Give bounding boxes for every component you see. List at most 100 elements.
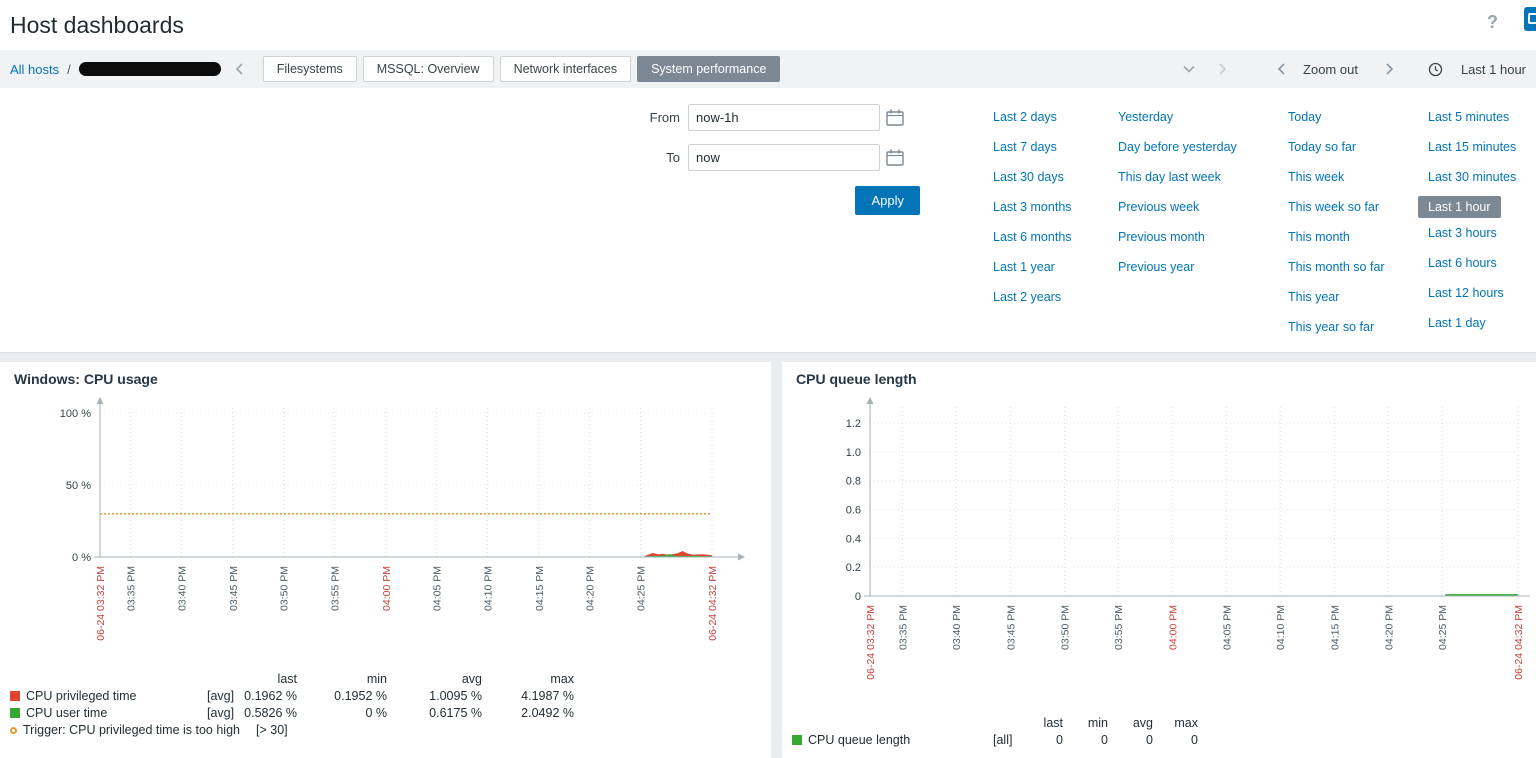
series-color-icon	[10, 708, 20, 718]
tabs-scroll-left-icon[interactable]	[229, 63, 249, 75]
quick-range-link[interactable]: Day before yesterday	[1118, 140, 1237, 158]
quick-range-link[interactable]: Last 3 months	[993, 200, 1072, 218]
cpu-queue-length-legend: last min avg max CPU queue length [all] 0 0 0 0	[792, 715, 1528, 749]
legend-header: last	[277, 672, 297, 686]
x-tick-label: 06-24 04:32 PM	[1513, 605, 1525, 680]
quick-range-link[interactable]: Yesterday	[1118, 110, 1173, 128]
time-filter-form: From To Apply	[620, 104, 920, 228]
series-value: 0	[1056, 733, 1063, 747]
x-tick-label: 03:45 PM	[1006, 605, 1018, 650]
quick-range-link[interactable]: Today	[1288, 110, 1321, 128]
widget-title: CPU queue length	[796, 371, 917, 387]
legend-marker-cell	[792, 732, 808, 749]
quick-range-link[interactable]: Last 1 year	[993, 260, 1055, 278]
quick-range-link[interactable]: This year	[1288, 290, 1339, 308]
quick-range-link[interactable]: This week so far	[1288, 200, 1379, 218]
x-tick-label: 04:25 PM	[635, 566, 647, 611]
dashboard-grid: Windows: CPU usage 06-24 03:32 PM 03:35 P…	[0, 353, 1536, 758]
y-tick-label: 100 %	[60, 408, 91, 420]
dashboard-tab[interactable]: Filesystems	[262, 56, 357, 82]
quick-range-link[interactable]: Last 6 hours	[1428, 256, 1497, 274]
legend-marker-cell	[10, 688, 26, 705]
time-filter-panel: From To Apply Last 2 daysLast 7 daysLast	[0, 88, 1536, 353]
quick-range-link[interactable]: Last 1 hour	[1418, 196, 1501, 218]
from-input[interactable]	[688, 104, 880, 131]
widget-cpu-queue-length: CPU queue length 06-24 03:32 PM 03:35 PM 0…	[782, 362, 1536, 758]
quick-range-link[interactable]: Last 6 months	[993, 230, 1072, 248]
quick-ranges-col3: Today Today so far This week This week so f…	[1288, 110, 1428, 350]
legend-header: min	[366, 672, 387, 686]
trigger-legend-row: Trigger: CPU privileged time is too high…	[10, 722, 574, 739]
x-tick-label: 03:35 PM	[897, 605, 909, 650]
y-tick-label: 50 %	[66, 480, 91, 492]
quick-range-link[interactable]: Previous week	[1118, 200, 1199, 218]
x-tick-label: 04:10 PM	[482, 566, 494, 611]
quick-range-link[interactable]: Last 2 years	[993, 290, 1061, 308]
trigger-name: Trigger: CPU privileged time is too high	[23, 723, 240, 737]
y-tick-label: 1.0	[846, 447, 861, 459]
quick-range-link[interactable]: Last 15 minutes	[1428, 140, 1516, 158]
clock-icon[interactable]	[1422, 62, 1449, 77]
tabs-scroll-right-icon[interactable]	[1213, 63, 1233, 75]
from-label: From	[649, 110, 680, 125]
y-tick-label: 0	[855, 591, 861, 603]
series-function: [avg]	[207, 689, 235, 703]
quick-range-link[interactable]: Previous year	[1118, 260, 1194, 278]
y-tick-label: 0.2	[846, 562, 861, 574]
cpu-usage-legend: last min avg max CPU privileged time [avg] 0.1…	[10, 671, 763, 739]
legend-header: avg	[461, 672, 482, 686]
x-tick-label: 04:00 PM	[381, 566, 393, 611]
series-color-icon	[10, 691, 20, 701]
x-tick-label: 04:25 PM	[1437, 605, 1449, 650]
series-value: 1.0095 %	[429, 689, 482, 703]
x-tick-label: 04:15 PM	[1330, 605, 1342, 650]
dashboard-tab[interactable]: MSSQL: Overview	[362, 56, 494, 82]
dashboard-tab[interactable]: Network interfaces	[499, 56, 632, 82]
time-range-label[interactable]: Last 1 hour	[1461, 62, 1526, 77]
time-forward-icon[interactable]	[1380, 63, 1400, 75]
quick-range-link[interactable]: This month	[1288, 230, 1350, 248]
quick-range-link[interactable]: This month so far	[1288, 260, 1385, 278]
series-value: 2.0492 %	[521, 706, 574, 720]
y-tick-label: 0.6	[846, 505, 861, 517]
legend-header: min	[1087, 716, 1108, 730]
x-tick-label: 06-24 04:32 PM	[707, 566, 719, 641]
zoom-out-button[interactable]: Zoom out	[1303, 62, 1358, 77]
to-input[interactable]	[688, 144, 880, 171]
breadcrumb-all-hosts[interactable]: All hosts	[10, 62, 59, 77]
quick-range-link[interactable]: Last 1 day	[1428, 316, 1486, 334]
x-tick-label: 03:50 PM	[279, 566, 291, 611]
series-value: 0.6175 %	[429, 706, 482, 720]
x-tick-label: 04:20 PM	[1383, 605, 1395, 650]
series-name: CPU user time	[26, 706, 108, 720]
quick-range-link[interactable]: Last 2 days	[993, 110, 1057, 128]
calendar-icon[interactable]	[886, 109, 905, 126]
quick-range-link[interactable]: Last 12 hours	[1428, 286, 1504, 304]
x-tick-label: 03:50 PM	[1059, 605, 1071, 650]
time-back-icon[interactable]	[1271, 63, 1291, 75]
apply-button[interactable]: Apply	[855, 186, 920, 215]
dashboard-tab[interactable]: System performance	[637, 56, 781, 82]
quick-range-link[interactable]: Previous month	[1118, 230, 1205, 248]
quick-range-link[interactable]: Last 30 days	[993, 170, 1064, 188]
calendar-icon[interactable]	[886, 149, 905, 166]
quick-ranges: Last 2 days Last 7 days Last 30 days Last 3…	[993, 110, 1536, 350]
host-name-redacted	[78, 62, 221, 76]
quick-range-link[interactable]: Last 7 days	[993, 140, 1057, 158]
quick-range-link[interactable]: This year so far	[1288, 320, 1374, 338]
support-icon[interactable]	[1524, 7, 1536, 31]
quick-range-link[interactable]: Last 5 minutes	[1428, 110, 1509, 128]
legend-header: avg	[1132, 716, 1153, 730]
quick-range-link[interactable]: Last 3 hours	[1428, 226, 1497, 244]
page-header: Host dashboards ?	[0, 0, 1536, 50]
x-tick-label: 03:55 PM	[1113, 605, 1125, 650]
quick-range-link[interactable]: Last 30 minutes	[1428, 170, 1516, 188]
quick-range-link[interactable]: This day last week	[1118, 170, 1221, 188]
quick-range-link[interactable]: This week	[1288, 170, 1344, 188]
quick-range-link[interactable]: Today so far	[1288, 140, 1356, 158]
x-tick-label: 04:20 PM	[585, 566, 597, 611]
help-icon[interactable]: ?	[1487, 12, 1498, 33]
widget-cpu-usage: Windows: CPU usage 06-24 03:32 PM 03:35 P…	[0, 362, 771, 758]
chevron-down-icon[interactable]	[1177, 65, 1201, 73]
cpu-queue-length-graph: 06-24 03:32 PM 03:35 PM 03:40 PM 03:45 PM 03…	[846, 397, 1536, 680]
